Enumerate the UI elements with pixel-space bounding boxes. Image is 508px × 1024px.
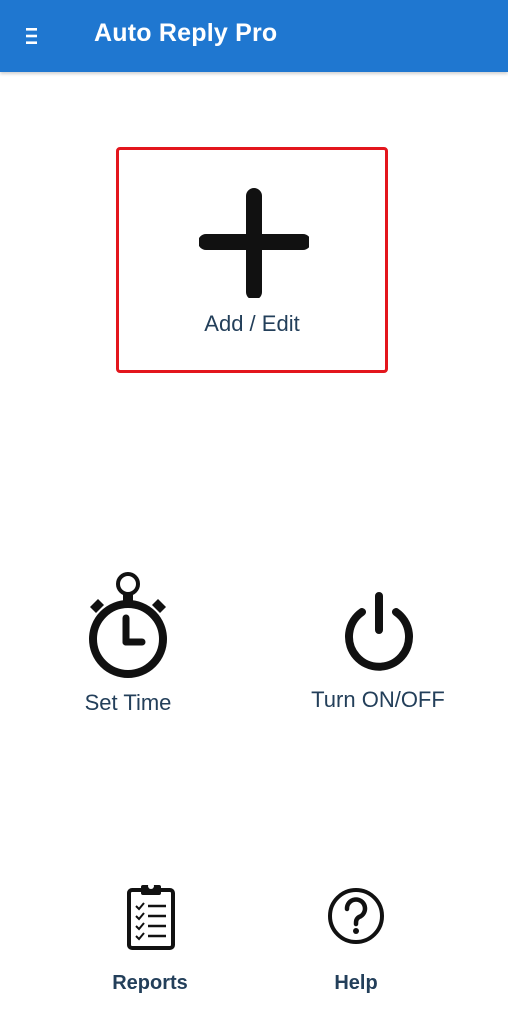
power-icon bbox=[345, 592, 413, 671]
turn-on-off-label: Turn ON/OFF bbox=[311, 687, 445, 712]
set-time-button[interactable]: Set Time bbox=[58, 566, 198, 726]
stopwatch-icon bbox=[89, 572, 167, 678]
hamburger-menu-icon bbox=[26, 28, 37, 44]
add-edit-button[interactable]: Add / Edit bbox=[116, 147, 388, 373]
app-title: Auto Reply Pro bbox=[94, 19, 278, 47]
question-mark-circle-icon bbox=[328, 888, 384, 944]
help-label: Help bbox=[334, 972, 378, 994]
plus-icon bbox=[199, 188, 309, 298]
turn-on-off-button[interactable]: Turn ON/OFF bbox=[300, 588, 456, 718]
clipboard-checklist-icon bbox=[127, 883, 175, 950]
reports-label: Reports bbox=[112, 972, 188, 994]
set-time-label: Set Time bbox=[84, 690, 172, 715]
reports-button[interactable]: Reports bbox=[102, 880, 198, 1000]
app-bar: Auto Reply Pro bbox=[0, 0, 508, 72]
add-edit-label: Add / Edit bbox=[204, 311, 300, 336]
help-button[interactable]: Help bbox=[310, 882, 402, 1002]
menu-button[interactable] bbox=[18, 22, 46, 50]
